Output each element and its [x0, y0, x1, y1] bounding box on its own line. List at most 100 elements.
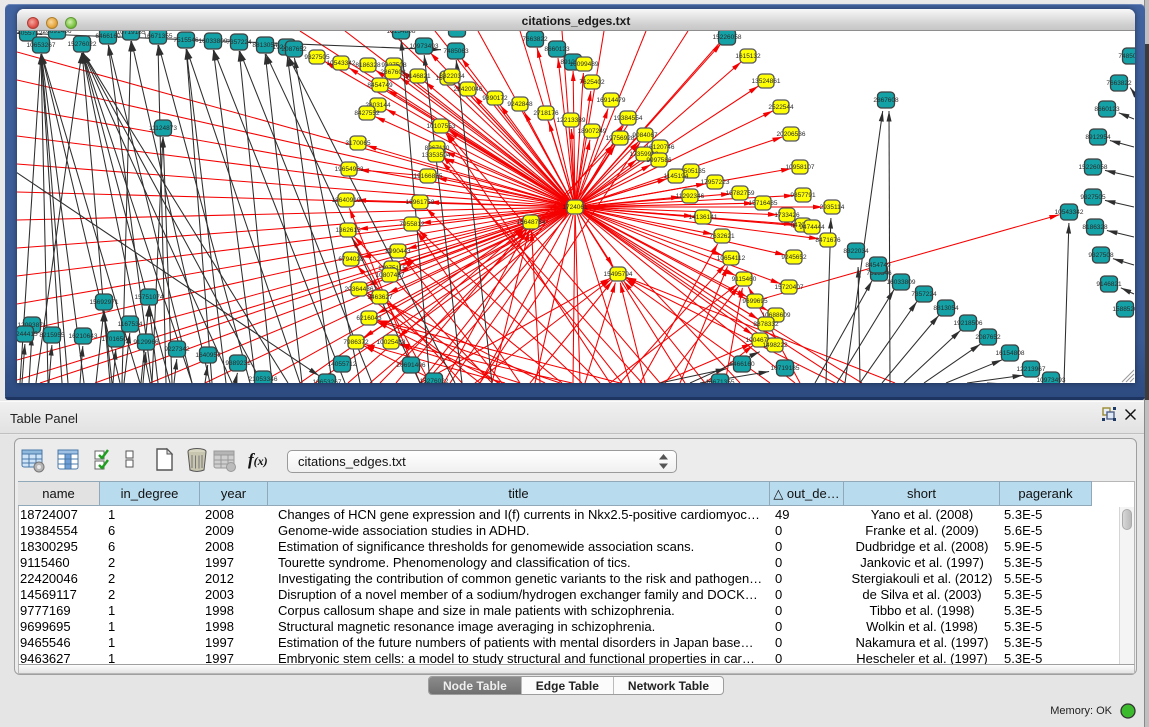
svg-text:13353594: 13353594: [422, 152, 451, 159]
svg-text:19218506: 19218506: [954, 320, 983, 327]
svg-text:15276022: 15276022: [420, 378, 449, 383]
svg-text:19166825: 19166825: [414, 173, 443, 180]
svg-text:9699695: 9699695: [742, 298, 768, 305]
svg-text:7986372: 7986372: [343, 339, 369, 346]
svg-text:9242848: 9242848: [507, 101, 533, 108]
svg-text:8990443: 8990443: [385, 248, 411, 255]
svg-text:9115460: 9115460: [732, 276, 757, 283]
svg-text:12213967: 12213967: [1017, 366, 1046, 373]
svg-text:1588520: 1588520: [1112, 306, 1135, 313]
svg-text:10025438: 10025438: [377, 339, 406, 346]
svg-text:8660123: 8660123: [544, 46, 570, 53]
svg-text:7625402: 7625402: [579, 79, 605, 86]
svg-text:8912954: 8912954: [1085, 134, 1111, 141]
svg-text:19384554: 19384554: [614, 115, 643, 122]
svg-text:1640957: 1640957: [195, 352, 221, 359]
svg-text:15276022: 15276022: [68, 41, 97, 48]
svg-text:16782759: 16782759: [726, 190, 755, 197]
svg-text:1145194: 1145194: [664, 173, 689, 180]
svg-text:10719185: 10719185: [771, 365, 800, 372]
svg-text:1724061: 1724061: [562, 204, 588, 211]
svg-text:10653267: 10653267: [313, 379, 342, 383]
svg-text:10543342: 10543342: [1055, 209, 1084, 216]
svg-text:9327508: 9327508: [1088, 252, 1114, 259]
svg-text:15751074: 15751074: [135, 294, 164, 301]
svg-text:2087652: 2087652: [281, 46, 307, 53]
svg-text:9129966: 9129966: [133, 339, 159, 346]
svg-text:2867608: 2867608: [380, 69, 406, 76]
svg-text:17957223: 17957223: [701, 179, 730, 186]
svg-text:10973493: 10973493: [1037, 377, 1066, 383]
svg-text:9857791: 9857791: [790, 192, 816, 199]
svg-text:9890172: 9890172: [482, 95, 508, 102]
svg-text:15720407: 15720407: [775, 284, 804, 291]
svg-text:14055712: 14055712: [17, 31, 43, 37]
svg-text:8660123: 8660123: [1094, 106, 1120, 113]
svg-text:9227342: 9227342: [164, 346, 190, 353]
svg-text:21053346: 21053346: [249, 376, 278, 383]
svg-text:10973493: 10973493: [410, 43, 439, 50]
svg-text:8471676: 8471676: [815, 237, 841, 244]
svg-text:8813054: 8813054: [933, 305, 959, 312]
svg-text:7485063: 7485063: [443, 48, 469, 55]
svg-text:7357224: 7357224: [226, 39, 252, 46]
svg-text:8427552: 8427552: [354, 110, 380, 117]
svg-text:9389231: 9389231: [225, 360, 251, 367]
svg-text:7955812: 7955812: [399, 221, 425, 228]
svg-text:7485063: 7485063: [1118, 53, 1135, 60]
svg-text:14136141: 14136141: [689, 214, 718, 221]
svg-text:10719185: 10719185: [117, 31, 146, 36]
svg-text:1733426: 1733426: [774, 212, 800, 219]
svg-text:16210643: 16210643: [69, 333, 98, 340]
svg-text:1498222: 1498222: [762, 342, 788, 349]
svg-text:9327505: 9327505: [1080, 194, 1106, 201]
svg-text:16033809: 16033809: [199, 38, 228, 45]
svg-text:2935114: 2935114: [820, 204, 845, 211]
svg-text:20691406: 20691406: [43, 31, 72, 35]
svg-text:17016504: 17016504: [102, 336, 131, 343]
svg-text:8878332: 8878332: [753, 321, 779, 328]
svg-text:16099489: 16099489: [570, 61, 599, 68]
svg-text:7663822: 7663822: [522, 36, 548, 43]
svg-text:6466160: 6466160: [729, 361, 755, 368]
svg-text:16648784: 16648784: [517, 219, 546, 226]
svg-text:16914479: 16914479: [597, 97, 626, 104]
svg-text:18640910: 18640910: [332, 197, 361, 204]
svg-text:9084067: 9084067: [632, 132, 658, 139]
svg-text:8186328: 8186328: [355, 62, 381, 69]
svg-text:15692971: 15692971: [90, 299, 119, 306]
svg-text:13524861: 13524861: [752, 78, 781, 85]
svg-text:9997586: 9997586: [646, 157, 672, 164]
svg-text:10807487: 10807487: [376, 272, 405, 279]
svg-text:2087652: 2087652: [975, 334, 1001, 341]
svg-text:15226058: 15226058: [713, 34, 742, 41]
svg-text:22420046: 22420046: [454, 86, 483, 93]
svg-text:8322034: 8322034: [843, 248, 869, 255]
svg-text:1615132: 1615132: [735, 53, 761, 60]
svg-text:16154808: 16154808: [387, 31, 416, 35]
svg-text:1167534: 1167534: [118, 321, 143, 328]
svg-text:8215955: 8215955: [39, 332, 65, 339]
svg-text:15716485: 15716485: [749, 200, 778, 207]
svg-text:3170065: 3170065: [345, 140, 371, 147]
svg-text:10653267: 10653267: [27, 42, 56, 49]
svg-text:8322034: 8322034: [439, 73, 465, 80]
svg-text:20691406: 20691406: [397, 362, 426, 369]
svg-text:16033809: 16033809: [887, 279, 916, 286]
svg-text:10543342: 10543342: [327, 60, 356, 67]
svg-text:7357224: 7357224: [911, 291, 937, 298]
svg-text:7632621: 7632621: [709, 233, 735, 240]
svg-text:9245652: 9245652: [781, 254, 807, 261]
svg-text:12213389: 12213389: [557, 117, 586, 124]
svg-text:6794028: 6794028: [338, 256, 364, 263]
svg-text:15226058: 15226058: [1079, 164, 1108, 171]
svg-text:11124873: 11124873: [149, 125, 177, 132]
svg-text:12213967: 12213967: [443, 31, 472, 33]
svg-text:10654112: 10654112: [717, 255, 746, 262]
svg-text:16671355: 16671355: [706, 379, 735, 383]
svg-text:16961758: 16961758: [406, 199, 435, 206]
svg-text:2718176: 2718176: [533, 110, 559, 117]
svg-text:1244415: 1244415: [17, 331, 38, 338]
svg-text:9146821: 9146821: [1096, 281, 1122, 288]
svg-text:11292346: 11292346: [676, 193, 705, 200]
